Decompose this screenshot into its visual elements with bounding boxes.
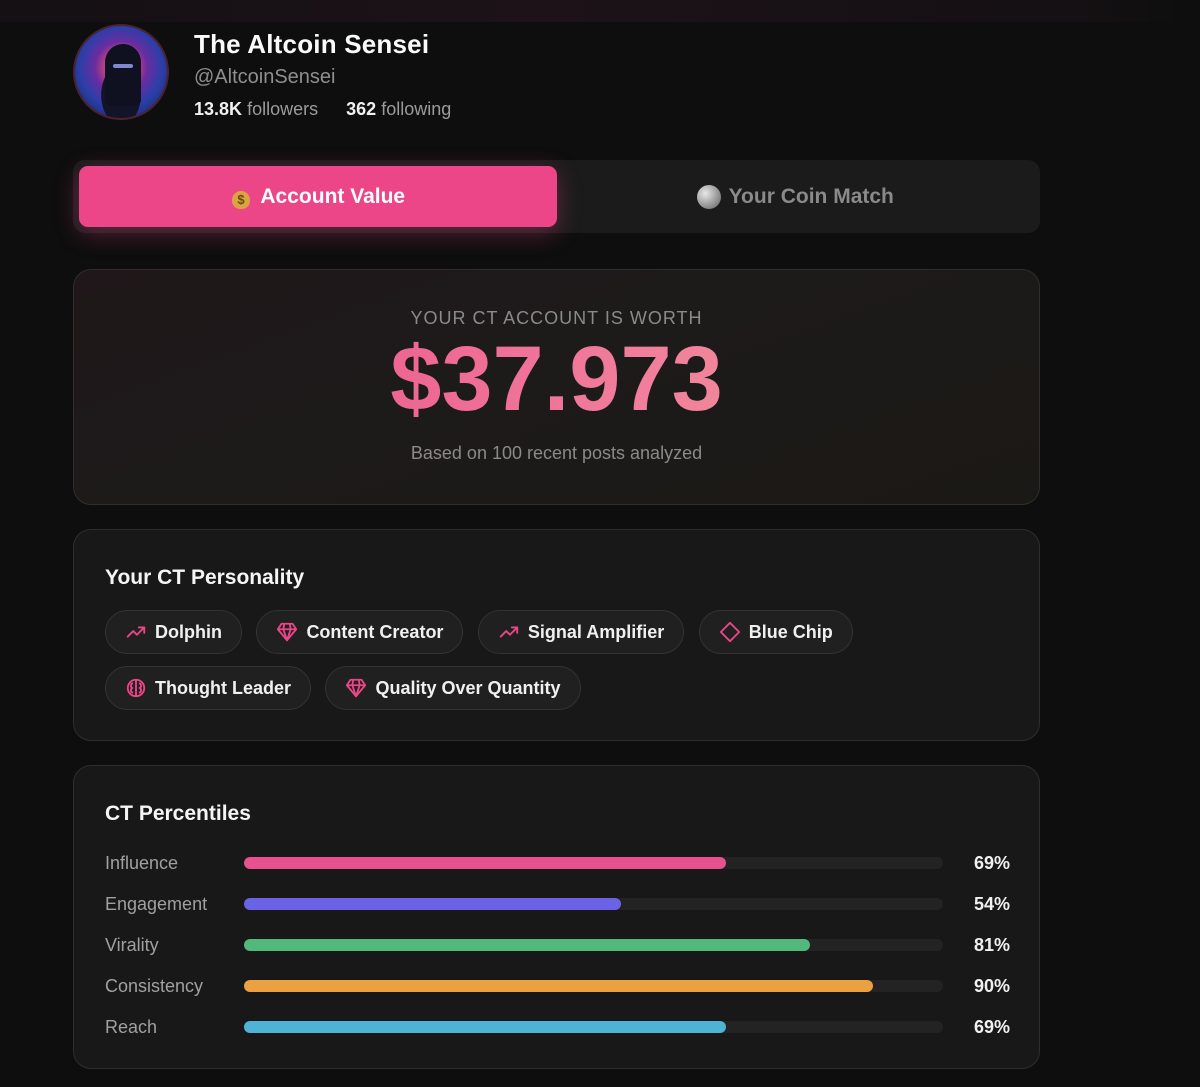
- avatar-hood-shape: [105, 44, 141, 106]
- percentile-track: [244, 857, 943, 869]
- percentile-value: 69%: [973, 852, 1010, 873]
- tag-label: Signal Amplifier: [527, 621, 665, 642]
- tag-label: Content Creator: [306, 621, 444, 642]
- tab-bar: Account Value Your Coin Match: [73, 160, 1040, 233]
- personality-card: Your CT Personality Dolphin Content Crea…: [73, 529, 1040, 741]
- tag-content-creator: Content Creator: [256, 610, 464, 654]
- percentile-label: Reach: [105, 1016, 158, 1037]
- diamond-icon: [719, 621, 740, 643]
- money-bag-icon: [230, 185, 252, 209]
- percentile-value: 54%: [973, 893, 1010, 914]
- percentile-label: Consistency: [105, 975, 204, 996]
- percentile-fill: [244, 857, 727, 869]
- profile-stats: 13.8K followers 362 following: [194, 99, 451, 120]
- tag-label: Quality Over Quantity: [375, 677, 561, 698]
- brain-icon: [126, 678, 146, 698]
- percentile-fill: [244, 1021, 727, 1033]
- personality-title: Your CT Personality: [105, 566, 305, 589]
- tab-your-coin-match-label: Your Coin Match: [728, 184, 894, 208]
- following-label: following: [381, 99, 452, 119]
- profile-header: The Altcoin Sensei @AltcoinSensei 13.8K …: [73, 24, 451, 120]
- top-banner-strip: [0, 0, 1200, 22]
- percentiles-card: CT Percentiles Influence 69% Engagement …: [73, 765, 1040, 1069]
- account-worth-card: YOUR CT ACCOUNT IS WORTH $37.973 Based o…: [73, 269, 1040, 505]
- percentile-value: 69%: [973, 1016, 1010, 1037]
- tab-account-value-label: Account Value: [260, 184, 406, 208]
- percentile-value: 90%: [973, 975, 1010, 996]
- tag-label: Dolphin: [155, 621, 222, 642]
- percentile-label: Influence: [105, 852, 179, 873]
- percentile-row-virality: Virality 81%: [105, 933, 1010, 957]
- percentile-fill: [244, 898, 622, 910]
- percentiles-title: CT Percentiles: [105, 802, 251, 825]
- tag-blue-chip: Blue Chip: [698, 610, 853, 654]
- trending-up-icon: [499, 626, 519, 638]
- tag-signal-amplifier: Signal Amplifier: [477, 610, 685, 654]
- percentile-value: 81%: [973, 934, 1010, 955]
- moon-icon: [696, 184, 721, 209]
- followers-label: followers: [247, 99, 319, 119]
- tag-dolphin: Dolphin: [105, 610, 242, 654]
- percentile-track: [244, 898, 943, 910]
- gem-icon: [346, 678, 367, 698]
- following-count: 362: [346, 99, 377, 119]
- trending-up-icon: [126, 626, 146, 638]
- percentile-fill: [244, 939, 811, 951]
- percentile-row-reach: Reach 69%: [105, 1015, 1010, 1039]
- percentile-track: [244, 939, 943, 951]
- profile-name: The Altcoin Sensei: [194, 29, 430, 59]
- tag-thought-leader: Thought Leader: [105, 666, 311, 710]
- percentile-row-influence: Influence 69%: [105, 851, 1010, 875]
- percentile-track: [244, 980, 943, 992]
- profile-handle: @AltcoinSensei: [194, 66, 336, 88]
- followers-count: 13.8K: [194, 99, 243, 119]
- worth-subtext: Based on 100 recent posts analyzed: [410, 443, 703, 463]
- percentile-fill: [244, 980, 874, 992]
- percentile-label: Virality: [105, 934, 159, 955]
- tab-your-coin-match[interactable]: Your Coin Match: [557, 166, 1035, 227]
- tag-quality-over-quantity: Quality Over Quantity: [325, 666, 581, 710]
- tag-label: Thought Leader: [155, 677, 291, 698]
- tab-account-value[interactable]: Account Value: [79, 166, 557, 227]
- percentile-track: [244, 1021, 943, 1033]
- percentile-row-consistency: Consistency 90%: [105, 974, 1010, 998]
- worth-value: $37.973: [74, 333, 1039, 425]
- profile-info: The Altcoin Sensei @AltcoinSensei 13.8K …: [194, 24, 451, 120]
- tag-label: Blue Chip: [748, 621, 833, 642]
- personality-tags: Dolphin Content Creator Signal Amplifier…: [105, 610, 1005, 722]
- avatar-eyes-shape: [113, 64, 133, 68]
- gem-icon: [277, 622, 298, 642]
- percentile-row-engagement: Engagement 54%: [105, 892, 1010, 916]
- percentile-label: Engagement: [105, 893, 208, 914]
- avatar: [73, 24, 169, 120]
- worth-label: YOUR CT ACCOUNT IS WORTH: [410, 308, 703, 328]
